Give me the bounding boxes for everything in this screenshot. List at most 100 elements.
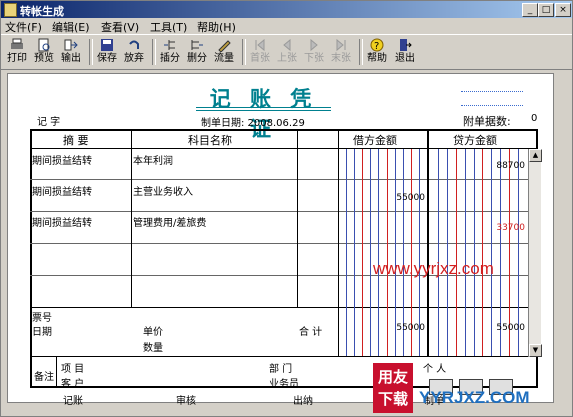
first-icon	[255, 38, 265, 52]
digit-line	[465, 149, 466, 356]
last-button[interactable]: 末张	[329, 37, 353, 67]
remarks-line	[30, 356, 538, 357]
row-debit[interactable]: 55000	[385, 193, 425, 203]
col-debit: 借方金额	[353, 134, 397, 147]
row-account[interactable]: 管理费用/差旅费	[133, 214, 206, 229]
col-divider	[338, 129, 339, 356]
help-button[interactable]: ? 帮助	[365, 37, 389, 67]
grid-scrollbar[interactable]: ▲ ▼	[528, 149, 542, 357]
department-label: 部 门	[269, 364, 293, 375]
exit-button[interactable]: 退出	[393, 37, 417, 67]
col-credit: 贷方金额	[453, 134, 497, 147]
voucher-number-line	[461, 105, 523, 106]
exit-icon	[400, 39, 412, 51]
bookkeeper-label: 记账	[63, 396, 83, 407]
digit-line	[362, 149, 363, 356]
voucher-date[interactable]: 制单日期: 2008.06.29	[201, 114, 305, 129]
scroll-up-icon[interactable]: ▲	[529, 149, 542, 162]
window-title: 转帐生成	[20, 5, 64, 18]
col-divider	[297, 129, 298, 307]
insert-entry-button[interactable]: 插分	[158, 37, 182, 67]
title-underline	[196, 107, 331, 108]
save-icon	[101, 39, 113, 51]
row-credit[interactable]: 33700	[485, 223, 525, 233]
attachment-count[interactable]: 0	[531, 113, 537, 124]
voucher-word-label: 记 字	[37, 117, 61, 128]
total-line	[30, 307, 538, 308]
maximize-icon[interactable]: □	[538, 3, 554, 17]
total-debit: 55000	[396, 323, 425, 333]
export-button[interactable]: 输出	[59, 37, 83, 67]
menu-view[interactable]: 查看(V)	[101, 19, 139, 35]
col-divider	[131, 129, 132, 307]
print-button[interactable]: 打印	[5, 37, 29, 67]
row-line	[30, 179, 528, 180]
project-label: 项 目	[61, 364, 85, 375]
scroll-down-icon[interactable]: ▼	[529, 344, 542, 357]
digit-line	[447, 149, 448, 356]
toolbar-separator	[89, 39, 93, 65]
digit-line	[370, 149, 371, 356]
col-divider	[427, 129, 429, 356]
digit-line	[474, 149, 475, 356]
cashier-label: 出纳	[293, 396, 313, 407]
brand-site: YYRJXZ.COM	[419, 388, 530, 407]
date-label: 日期	[32, 327, 52, 338]
first-button[interactable]: 首张	[248, 37, 272, 67]
ticket-label: 票号	[32, 313, 52, 324]
col-account: 科目名称	[188, 134, 232, 147]
title-underline	[196, 110, 331, 111]
customer-label: 客 户	[61, 379, 85, 390]
preview-icon	[38, 38, 50, 52]
row-summary[interactable]: 期间损益结转	[32, 183, 92, 198]
menu-file[interactable]: 文件(F)	[5, 19, 42, 35]
person-label: 个 人	[423, 364, 447, 375]
minimize-icon[interactable]: _	[522, 3, 538, 17]
row-line	[30, 211, 528, 212]
printer-icon	[11, 38, 23, 49]
delete-row-icon	[191, 40, 203, 50]
prev-button[interactable]: 上张	[275, 37, 299, 67]
voucher-window: 转帐生成 _ □ × 文件(F) 编辑(E) 查看(V) 工具(T) 帮助(H)…	[0, 0, 573, 417]
menu-help[interactable]: 帮助(H)	[197, 19, 236, 35]
digit-line	[378, 149, 379, 356]
menu-edit[interactable]: 编辑(E)	[52, 19, 90, 35]
next-button[interactable]: 下张	[302, 37, 326, 67]
close-icon[interactable]: ×	[555, 3, 571, 17]
menu-tools[interactable]: 工具(T)	[150, 19, 187, 35]
undo-icon	[129, 40, 139, 49]
next-icon	[310, 38, 318, 52]
row-line	[30, 243, 528, 244]
watermark-text: www.yyrjxz.com	[373, 259, 494, 278]
row-account[interactable]: 主营业务收入	[133, 183, 193, 198]
attachment-label: 附单据数:	[463, 115, 511, 128]
save-button[interactable]: 保存	[95, 37, 119, 67]
total-label: 合 计	[299, 327, 323, 338]
digit-line	[438, 149, 439, 356]
discard-button[interactable]: 放弃	[122, 37, 146, 67]
digit-line	[354, 149, 355, 356]
delete-entry-button[interactable]: 删分	[185, 37, 209, 67]
row-credit[interactable]: 88700	[485, 161, 525, 171]
voucher-number-line	[461, 91, 523, 92]
title-bar: 转帐生成 _ □ ×	[1, 1, 572, 18]
digit-line	[346, 149, 347, 356]
export-icon	[64, 39, 78, 51]
help-icon: ?	[370, 38, 384, 52]
menu-bar: 文件(F) 编辑(E) 查看(V) 工具(T) 帮助(H)	[1, 18, 572, 34]
total-credit: 55000	[496, 323, 525, 333]
app-icon	[4, 3, 17, 17]
quantity-label: 数量	[143, 343, 163, 354]
cashflow-button[interactable]: 流量	[212, 37, 236, 67]
col-divider	[56, 356, 57, 388]
row-summary[interactable]: 期间损益结转	[32, 152, 92, 167]
preview-button[interactable]: 预览	[32, 37, 56, 67]
last-icon	[336, 38, 346, 52]
prev-icon	[283, 38, 291, 52]
brand-logo: 用友 下载	[373, 363, 413, 413]
row-account[interactable]: 本年利润	[133, 152, 173, 167]
row-summary[interactable]: 期间损益结转	[32, 214, 92, 229]
toolbar-separator	[242, 39, 246, 65]
digit-line	[456, 149, 457, 356]
col-summary: 摘 要	[63, 134, 89, 147]
